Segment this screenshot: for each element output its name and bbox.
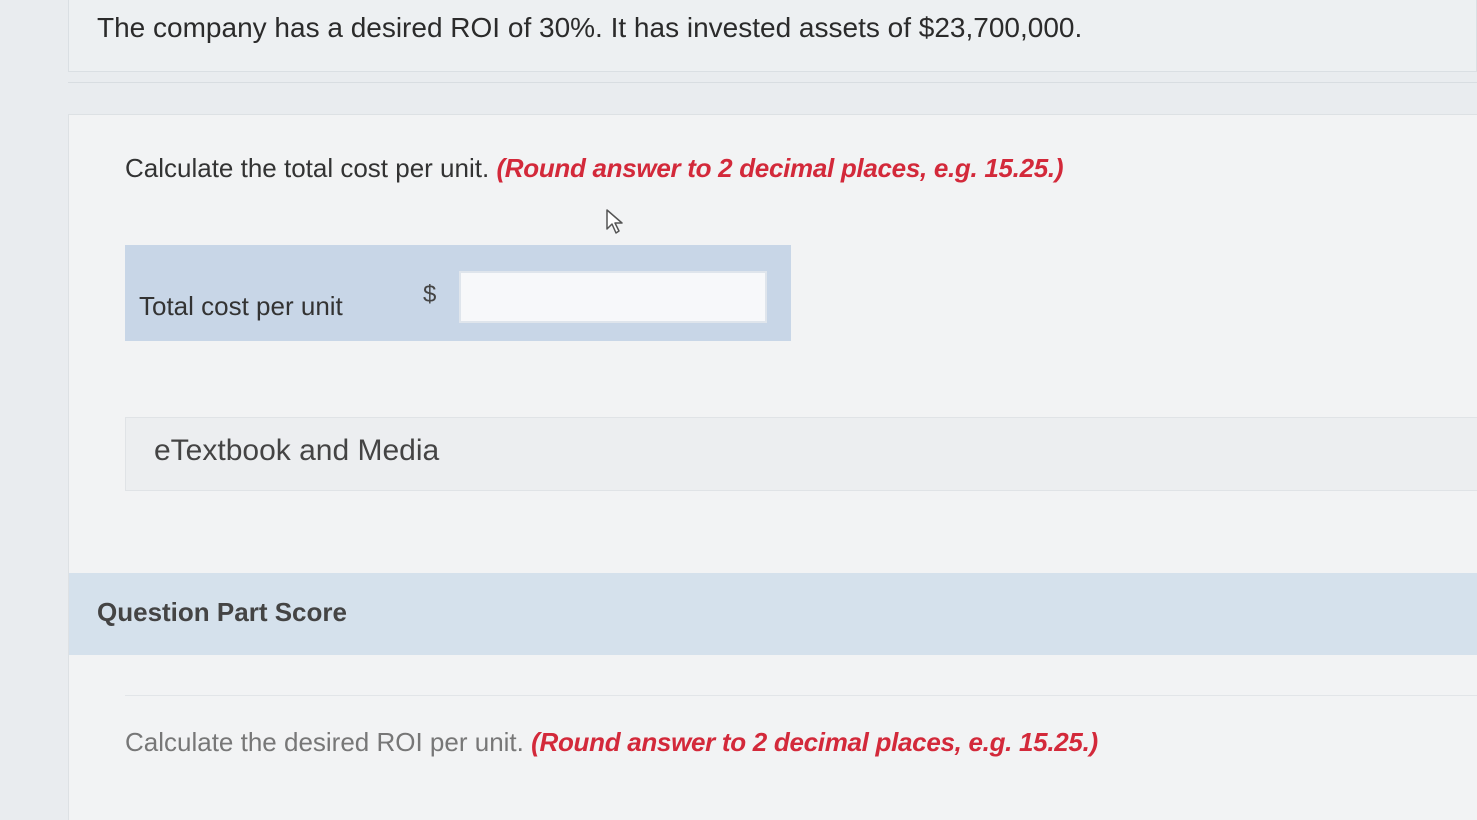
- total-cost-label: Total cost per unit: [139, 291, 343, 321]
- part2-question: Calculate the desired ROI per unit. (Rou…: [125, 727, 1098, 758]
- part1-hint: (Round answer to 2 decimal places, e.g. …: [496, 153, 1064, 183]
- intro-card: The company has a desired ROI of 30%. It…: [68, 0, 1477, 72]
- part1-question-text: Calculate the total cost per unit.: [125, 153, 490, 183]
- question-part-score-label: Question Part Score: [97, 597, 347, 627]
- total-cost-input[interactable]: [459, 271, 767, 323]
- part2-question-text: Calculate the desired ROI per unit.: [125, 727, 524, 757]
- question-panel: Calculate the total cost per unit. (Roun…: [68, 114, 1477, 820]
- part2-hint: (Round answer to 2 decimal places, e.g. …: [531, 727, 1098, 757]
- part-separator: [125, 695, 1477, 696]
- answer-row-total-cost: Total cost per unit $: [125, 245, 791, 341]
- etextbook-media-label: eTextbook and Media: [154, 434, 440, 467]
- question-part-score-bar: Question Part Score: [69, 573, 1477, 655]
- section-divider: [68, 82, 1477, 83]
- etextbook-media-link[interactable]: eTextbook and Media: [125, 417, 1477, 491]
- currency-symbol: $: [423, 281, 437, 308]
- intro-text: The company has a desired ROI of 30%. It…: [97, 12, 1083, 43]
- mouse-cursor-icon: [605, 209, 625, 235]
- part1-question: Calculate the total cost per unit. (Roun…: [125, 153, 1064, 184]
